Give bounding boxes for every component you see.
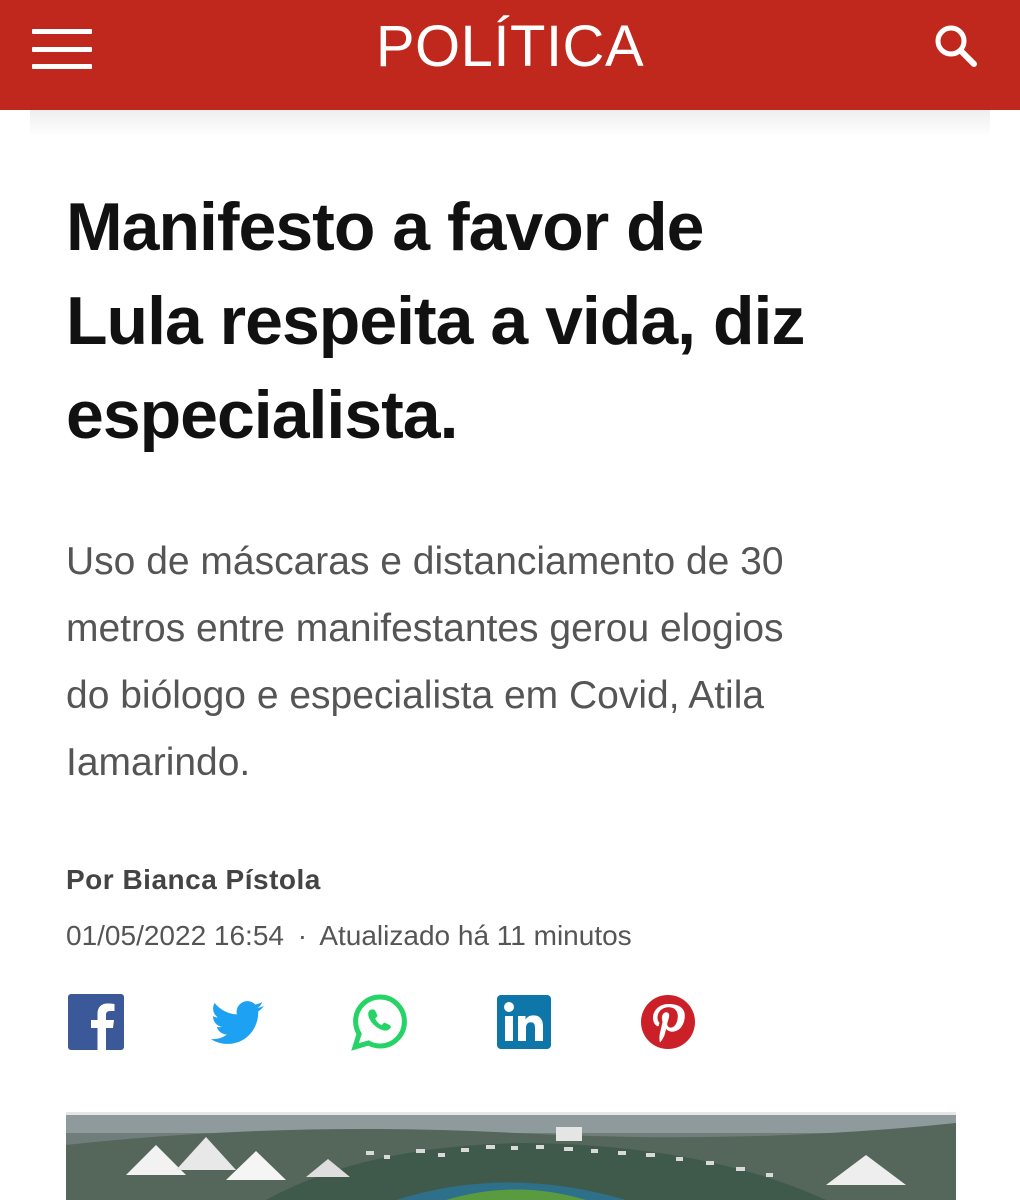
whatsapp-icon[interactable] — [350, 992, 410, 1052]
article-headline: Manifesto a favor de Lula respeita a vid… — [66, 180, 966, 462]
article-photo[interactable] — [66, 1115, 956, 1200]
headline-line: Lula respeita a vida, diz — [66, 283, 805, 359]
publish-dateline: 01/05/2022 16:54 · Atualizado há 11 minu… — [66, 920, 632, 952]
twitter-icon[interactable] — [208, 992, 268, 1052]
section-title[interactable]: POLÍTICA — [376, 13, 644, 80]
site-header: POLÍTICA — [0, 0, 1020, 110]
search-icon[interactable] — [930, 20, 982, 72]
updated-time: Atualizado há 11 minutos — [319, 920, 632, 951]
subheadline-line: do biólogo e especialista em Covid, Atil… — [66, 674, 765, 717]
date-separator: · — [297, 920, 308, 951]
subheadline-line: metros entre manifestantes gerou elogios — [66, 607, 784, 650]
facebook-icon[interactable] — [66, 992, 126, 1052]
headline-line: especialista. — [66, 377, 458, 453]
pinterest-icon[interactable] — [638, 992, 698, 1052]
aerial-crowd-photo — [66, 1115, 956, 1200]
share-bar — [66, 992, 726, 1052]
publish-date: 01/05/2022 16:54 — [66, 920, 284, 951]
subheadline-line: Uso de máscaras e distanciamento de 30 — [66, 540, 784, 583]
subheadline-line: Iamarindo. — [66, 741, 251, 784]
headline-line: Manifesto a favor de — [66, 189, 705, 265]
header-shadow — [30, 110, 990, 136]
hamburger-menu-icon[interactable] — [32, 27, 92, 71]
article-subheadline: Uso de máscaras e distanciamento de 30 m… — [66, 528, 946, 796]
linkedin-icon[interactable] — [494, 992, 554, 1052]
article-page: POLÍTICA Manifesto a favor de Lula respe… — [0, 0, 1020, 1200]
author-byline[interactable]: Por Bianca Pístola — [66, 864, 321, 896]
